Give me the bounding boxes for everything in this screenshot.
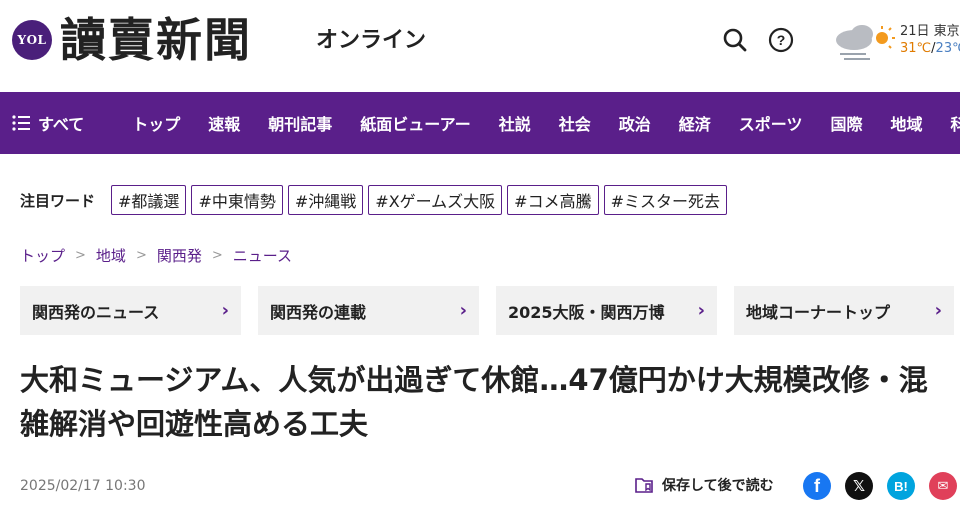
nav-item-science[interactable]: 科学 xyxy=(936,111,960,135)
weather-icon xyxy=(832,20,896,64)
article-date: 2025/02/17 10:30 xyxy=(20,478,146,494)
keyword-tag[interactable]: #Xゲームズ大阪 xyxy=(368,185,503,215)
save-for-later-button[interactable]: 保存して後で読む xyxy=(634,475,774,495)
share-mail-button[interactable]: ✉ xyxy=(929,472,957,500)
chevron-right-icon: > xyxy=(135,248,147,263)
chevron-right-icon: > xyxy=(211,248,223,263)
trending-keywords: 注目ワード #都議選 #中東情勢 #沖縄戦 #Xゲームズ大阪 #コメ高騰 #ミス… xyxy=(20,183,732,217)
keyword-tag[interactable]: #都議選 xyxy=(111,185,187,215)
keyword-tag[interactable]: #コメ高騰 xyxy=(507,185,599,215)
nav-item-international[interactable]: 国際 xyxy=(816,111,876,135)
share-x-button[interactable]: 𝕏 xyxy=(845,472,873,500)
breadcrumb-local[interactable]: 地域 xyxy=(96,245,126,266)
keyword-tag[interactable]: #ミスター死去 xyxy=(603,185,728,215)
keywords-label: 注目ワード xyxy=(20,191,96,210)
temp-low: 23℃ xyxy=(935,41,960,56)
subnav-kansai-news[interactable]: 関西発のニュース › xyxy=(20,286,241,335)
nav-item-economy[interactable]: 経済 xyxy=(665,111,725,135)
nav-item-sports[interactable]: スポーツ xyxy=(725,111,817,135)
article-title: 大和ミュージアム、人気が出過ぎて休館…47億円かけ大規模改修・混雑解消や回遊性高… xyxy=(20,363,928,441)
logo-mark[interactable]: YOL xyxy=(12,20,52,60)
nav-all-button[interactable]: すべて xyxy=(0,111,104,135)
subnav-label: 地域コーナートップ xyxy=(746,302,891,322)
nav-item-paper-viewer[interactable]: 紙面ビューアー xyxy=(346,111,484,135)
subnav-label: 2025大阪・関西万博 xyxy=(508,302,665,322)
share-hatena-button[interactable]: B! xyxy=(887,472,915,500)
keyword-tag[interactable]: #中東情勢 xyxy=(191,185,283,215)
nav-item-politics[interactable]: 政治 xyxy=(605,111,665,135)
breadcrumb-top[interactable]: トップ xyxy=(20,245,65,266)
chevron-right-icon: › xyxy=(221,300,229,321)
nav-all-label: すべて xyxy=(38,115,85,134)
breadcrumb: トップ > 地域 > 関西発 > ニュース xyxy=(20,245,292,266)
chevron-right-icon: › xyxy=(697,300,705,321)
subnav-label: 関西発のニュース xyxy=(32,302,160,322)
help-icon[interactable]: ? xyxy=(766,25,796,55)
breadcrumb-kansai[interactable]: 関西発 xyxy=(157,245,202,266)
bookmark-icon xyxy=(635,478,653,493)
weather-temperature: 31℃/23℃ xyxy=(900,41,960,56)
nav-item-editorial[interactable]: 社説 xyxy=(485,111,545,135)
nav-item-morning-paper[interactable]: 朝刊記事 xyxy=(254,111,346,135)
weather-date[interactable]: 21日 東京 xyxy=(900,20,960,39)
temp-high: 31℃ xyxy=(900,41,932,56)
subnav-expo[interactable]: 2025大阪・関西万博 › xyxy=(496,286,717,335)
site-logo-subtitle[interactable]: オンライン xyxy=(316,26,426,56)
keyword-tag[interactable]: #沖縄戦 xyxy=(287,185,364,215)
main-nav: すべて トップ 速報 朝刊記事 紙面ビューアー 社説 社会 政治 経済 スポーツ… xyxy=(0,92,960,154)
subnav-kansai-series[interactable]: 関西発の連載 › xyxy=(258,286,479,335)
chevron-right-icon: > xyxy=(75,248,86,263)
site-logo[interactable]: 讀賣新聞 xyxy=(60,10,252,70)
subnav-local-top[interactable]: 地域コーナートップ › xyxy=(734,286,954,335)
menu-icon xyxy=(12,115,30,131)
chevron-right-icon: › xyxy=(459,300,467,321)
svg-text:?: ? xyxy=(777,32,786,48)
share-facebook-button[interactable]: f xyxy=(803,472,831,500)
nav-item-local[interactable]: 地域 xyxy=(876,111,936,135)
nav-item-top[interactable]: トップ xyxy=(118,111,194,135)
search-icon[interactable] xyxy=(720,25,750,55)
subnav-label: 関西発の連載 xyxy=(270,302,367,322)
chevron-right-icon: › xyxy=(934,300,942,321)
nav-item-society[interactable]: 社会 xyxy=(545,111,605,135)
save-label: 保存して後で読む xyxy=(662,478,774,494)
site-header: YOL 讀賣新聞 オンライン ? 21日 東京 31℃/23℃ xyxy=(0,0,960,92)
breadcrumb-news[interactable]: ニュース xyxy=(233,245,292,266)
nav-item-breaking[interactable]: 速報 xyxy=(194,111,254,135)
